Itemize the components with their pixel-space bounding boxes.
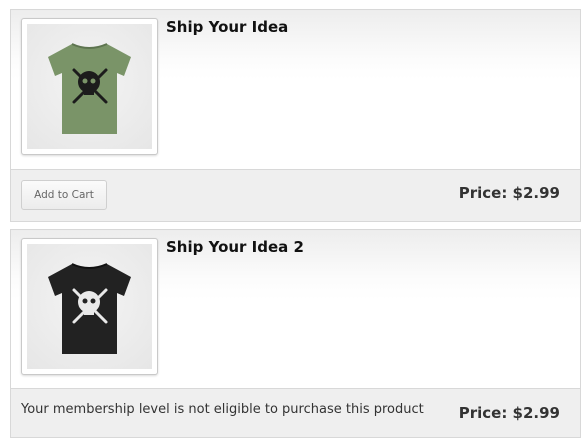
product-card: Ship Your Idea 2 Your membership level i… — [10, 229, 581, 438]
product-thumbnail[interactable] — [21, 18, 158, 155]
product-card: Ship Your Idea Add to Cart Price: $2.99 — [10, 9, 581, 222]
green-tshirt-image — [27, 24, 152, 149]
product-footer: Add to Cart Price: $2.99 — [11, 169, 580, 221]
product-title[interactable]: Ship Your Idea 2 — [166, 238, 304, 256]
product-price: Price: $2.99 — [458, 404, 560, 422]
product-footer: Your membership level is not eligible to… — [11, 388, 580, 437]
add-to-cart-button[interactable]: Add to Cart — [21, 180, 107, 210]
product-title[interactable]: Ship Your Idea — [166, 18, 288, 36]
membership-notice: Your membership level is not eligible to… — [21, 402, 424, 417]
product-price: Price: $2.99 — [458, 184, 560, 202]
product-thumbnail[interactable] — [21, 238, 158, 375]
black-tshirt-image — [27, 244, 152, 369]
